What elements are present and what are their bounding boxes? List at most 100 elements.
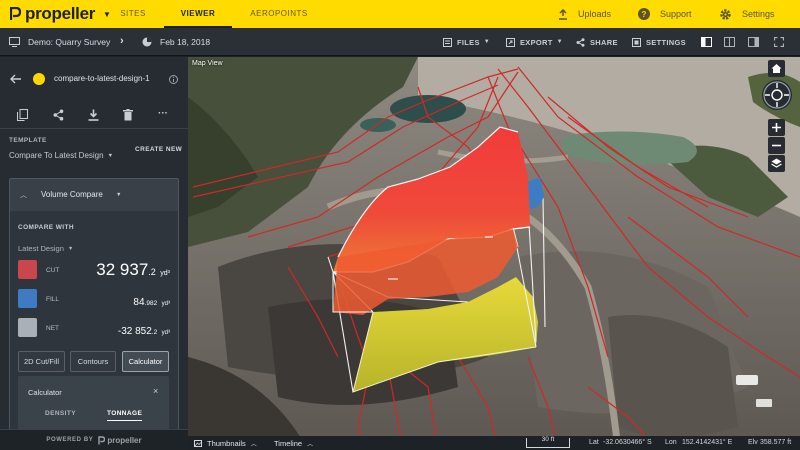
volume-compare-card: ︿ Volume Compare ▼ COMPARE WITH Latest D…: [9, 178, 179, 440]
net-unit: yd³: [161, 330, 170, 336]
survey-date[interactable]: Feb 18, 2018: [160, 37, 210, 47]
settings-sliders-icon: [632, 37, 641, 47]
compare-with-label: COMPARE WITH: [18, 224, 74, 231]
cut-unit: yd³: [160, 270, 170, 277]
tab-aeropoints[interactable]: AEROPOINTS: [250, 0, 308, 28]
duplicate-icon[interactable]: [17, 109, 28, 121]
layer-name[interactable]: compare-to-latest-design-1: [54, 74, 150, 83]
tool-chevron-down-icon[interactable]: ▼: [116, 192, 121, 198]
net-value-decimal: .2: [151, 329, 158, 336]
elv-value: 358.577 ft: [760, 439, 792, 446]
image-icon: [194, 439, 202, 447]
template-dropdown[interactable]: Compare To Latest Design ▼: [9, 151, 113, 160]
toolbar-settings-button[interactable]: SETTINGS: [632, 28, 686, 56]
more-options-icon[interactable]: ···: [158, 108, 168, 119]
tab-density[interactable]: DENSITY: [45, 410, 76, 417]
compare-chevron-down-icon: ▼: [67, 245, 74, 252]
info-icon[interactable]: [169, 75, 178, 84]
export-label: EXPORT: [520, 37, 553, 47]
compare-with-dropdown[interactable]: Latest Design ▼: [18, 244, 73, 253]
layer-panel: compare-to-latest-design-1 ··· TEMPLATE …: [0, 57, 188, 450]
timeline-toggle[interactable]: Timeline ︿: [274, 436, 313, 450]
close-icon[interactable]: ×: [153, 386, 158, 396]
uploads-label: Uploads: [578, 9, 612, 19]
map-view-label[interactable]: Map View: [192, 60, 223, 67]
lat-label: Lat: [589, 439, 599, 446]
files-button[interactable]: FILES ▼: [443, 28, 490, 56]
toolbar-settings-label: SETTINGS: [646, 37, 686, 47]
calculator-title: Calculator: [28, 388, 62, 397]
export-button[interactable]: EXPORT ▼: [506, 28, 563, 56]
powered-by-label: POWERED BY: [46, 437, 94, 443]
cut-value-decimal: .2: [148, 267, 156, 277]
volume-compare-header[interactable]: ︿ Volume Compare ▼: [10, 179, 178, 211]
delete-icon[interactable]: [123, 109, 133, 121]
home-button[interactable]: [768, 60, 785, 77]
timeline-chevron-up-icon: ︿: [307, 441, 314, 448]
tab-viewer[interactable]: VIEWER: [164, 0, 232, 28]
divider: [0, 128, 188, 129]
layout-sidebar-right-icon[interactable]: [748, 37, 759, 47]
net-color-swatch[interactable]: [18, 318, 37, 337]
share-button[interactable]: SHARE: [576, 28, 618, 56]
layers-button[interactable]: [768, 155, 785, 172]
back-arrow-icon[interactable]: [10, 74, 22, 84]
upload-icon: [559, 8, 567, 20]
net-volume: -32 852.2 yd³: [118, 321, 170, 339]
collapse-chevron-up-icon[interactable]: ︿: [20, 190, 27, 200]
net-label: NET: [46, 325, 59, 332]
tab-sites[interactable]: SITES: [114, 0, 152, 28]
propeller-viewer-app: propeller ▼ SITES VIEWER AEROPOINTS Uplo…: [0, 0, 800, 450]
contours-button[interactable]: Contours: [70, 351, 116, 372]
layout-split-icon[interactable]: [724, 37, 735, 47]
tool-name[interactable]: Volume Compare: [41, 190, 103, 199]
quarry-scene[interactable]: [188, 57, 800, 450]
3d-viewport[interactable]: Map View: [188, 57, 800, 450]
cut-volume: 32 937.2 yd³: [96, 260, 170, 280]
compare-with-value: Latest Design: [18, 244, 64, 253]
fullscreen-icon[interactable]: [774, 37, 784, 47]
elv-label: Elv: [748, 439, 758, 446]
powered-brand: propeller: [107, 435, 142, 445]
download-icon[interactable]: [88, 109, 99, 121]
layer-color-dot[interactable]: [33, 73, 45, 85]
monitor-icon[interactable]: [9, 37, 20, 47]
fill-volume: 84.982 yd³: [133, 292, 170, 310]
powered-by-footer: POWERED BY propeller: [0, 429, 188, 450]
help-icon: ?: [638, 8, 650, 20]
zoom-out-button[interactable]: [768, 137, 785, 154]
files-label: FILES: [457, 37, 480, 47]
layout-sidebar-left-icon[interactable]: [701, 37, 712, 47]
logo-chevron-down-icon[interactable]: ▼: [103, 10, 111, 19]
support-label: Support: [660, 9, 692, 19]
thumbnails-label: Thumbnails: [207, 438, 246, 448]
fill-value-main: 84: [133, 297, 145, 308]
support-button[interactable]: ? Support: [638, 0, 692, 28]
cut-label: CUT: [46, 267, 60, 274]
tab-tonnage[interactable]: TONNAGE: [107, 410, 143, 421]
lon-value: 152.4142431° E: [682, 439, 733, 446]
survey-date-icon: [142, 37, 152, 47]
propeller-logo[interactable]: propeller ▼: [0, 0, 114, 28]
create-new-button[interactable]: CREATE NEW: [135, 146, 182, 153]
uploads-button[interactable]: Uploads: [558, 0, 611, 28]
calculator-button[interactable]: Calculator: [122, 351, 169, 372]
logo-text: propeller: [25, 4, 96, 23]
footer-logo-icon: [98, 435, 106, 444]
fill-value-decimal: .982: [144, 300, 158, 307]
fill-color-swatch[interactable]: [18, 289, 37, 308]
settings-button[interactable]: Settings: [719, 0, 775, 28]
2d-cut-fill-button[interactable]: 2D Cut/Fill: [18, 351, 65, 372]
project-name[interactable]: Demo: Quarry Survey: [28, 37, 110, 47]
timeline-label: Timeline: [274, 438, 303, 448]
thumbnails-chevron-up-icon: ︿: [250, 441, 257, 448]
thumbnails-toggle[interactable]: Thumbnails ︿: [194, 436, 257, 450]
export-chevron-down-icon: ▼: [556, 39, 563, 45]
cut-color-swatch[interactable]: [18, 260, 37, 279]
lat-value: -32.0630466° S: [603, 439, 652, 446]
lon-label: Lon: [665, 439, 677, 446]
share-layer-icon[interactable]: [53, 109, 64, 121]
navigation-compass[interactable]: [762, 80, 792, 110]
zoom-in-button[interactable]: [768, 119, 785, 136]
files-chevron-down-icon: ▼: [483, 39, 491, 45]
